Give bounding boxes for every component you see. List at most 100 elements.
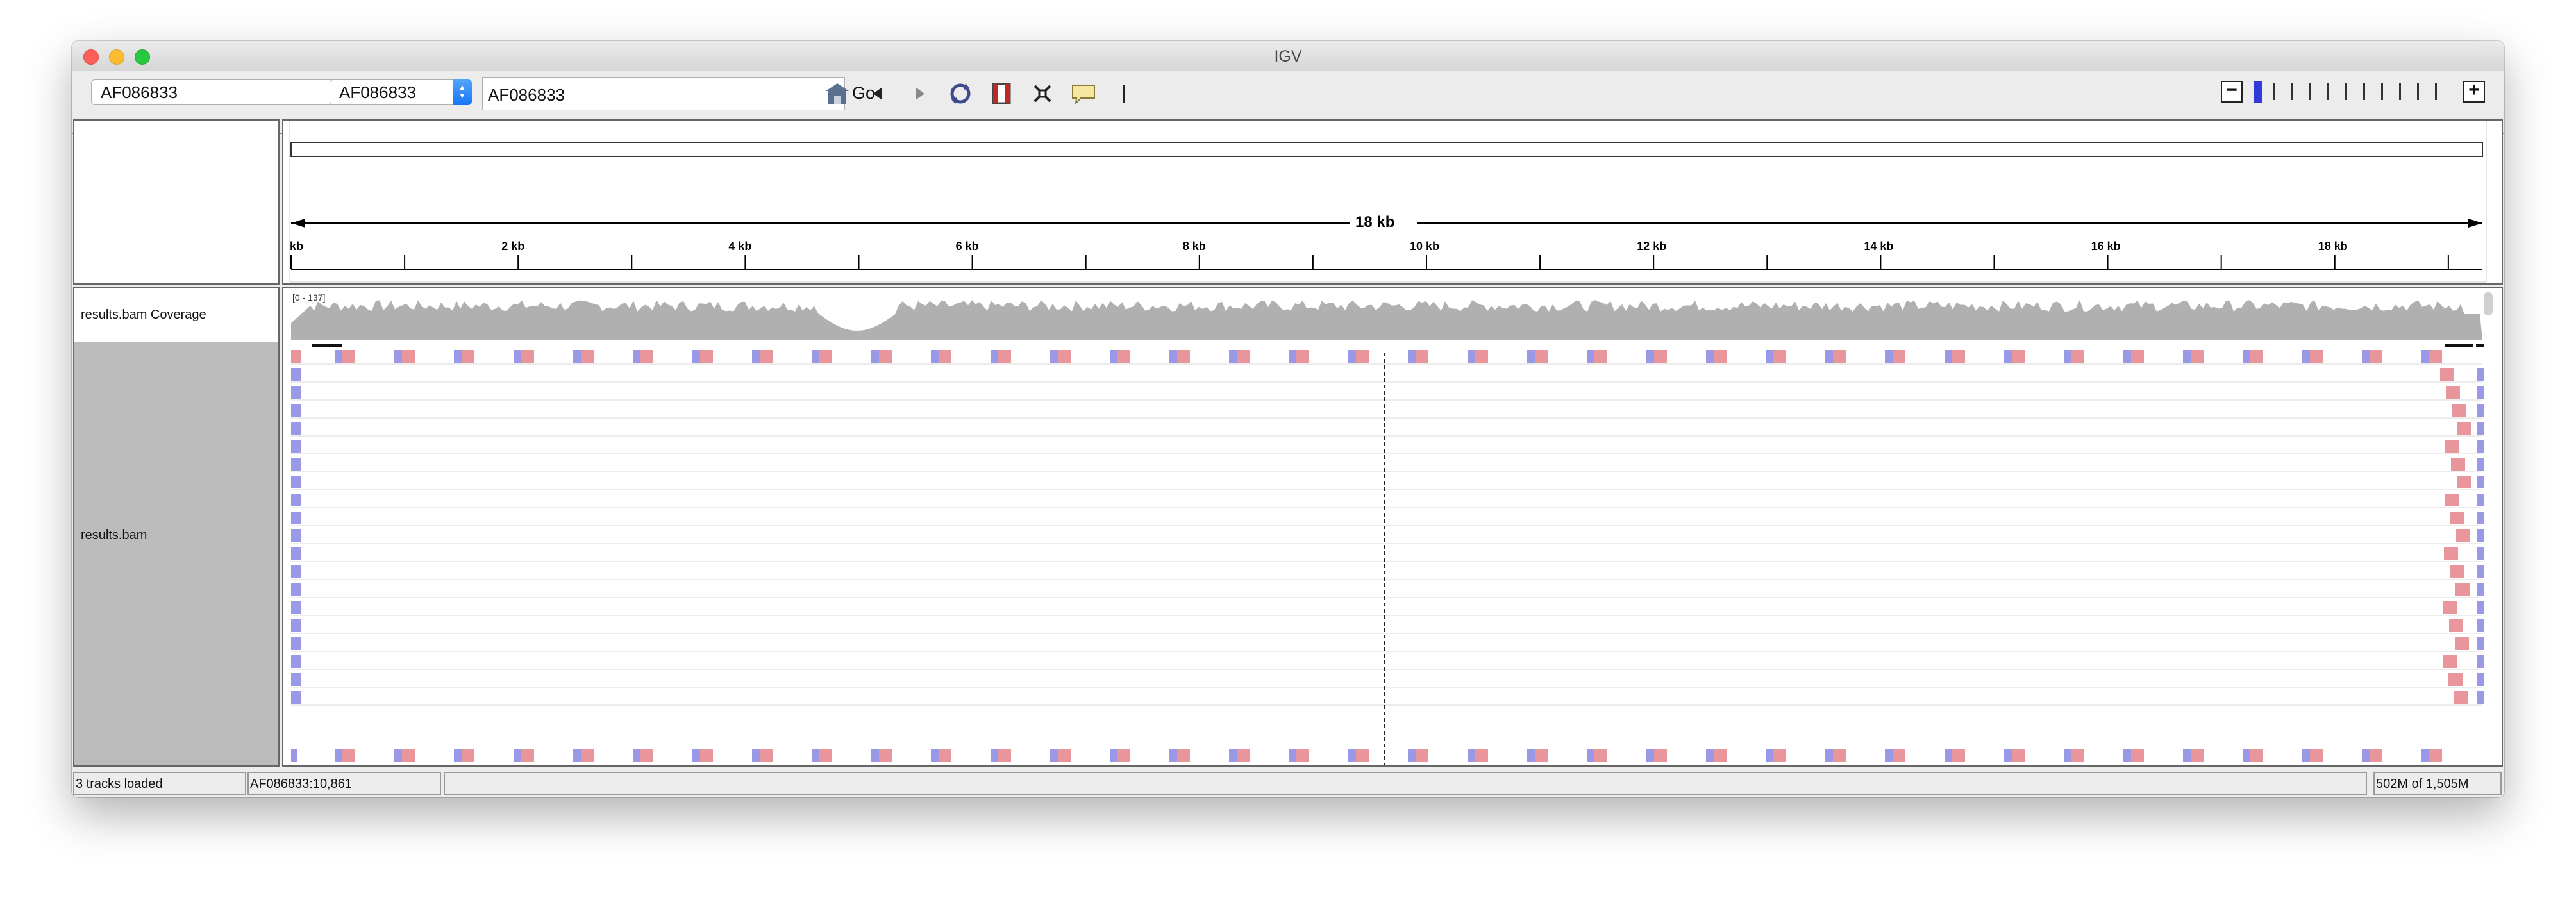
read-pair-forward <box>1117 749 1130 762</box>
read-pair-reverse <box>1229 350 1237 363</box>
read-pair-reverse <box>1825 749 1833 762</box>
read-pair-reverse <box>752 749 760 762</box>
zoom-in-button[interactable]: + <box>2463 81 2485 103</box>
read-pair-forward <box>998 749 1011 762</box>
zoom-tick[interactable] <box>2381 83 2383 100</box>
read-forward <box>2457 422 2471 435</box>
ruler-divider-icon[interactable] <box>1110 79 1139 108</box>
read-pair-reverse <box>1229 749 1237 762</box>
read-pair-reverse <box>394 749 402 762</box>
zoom-tick[interactable] <box>2435 83 2437 100</box>
read-forward <box>2451 458 2465 471</box>
read-pair-forward <box>2250 749 2263 762</box>
read-pair-forward <box>1296 749 1309 762</box>
ruler-tick-label: kb <box>290 240 304 253</box>
read-pair-reverse <box>1468 350 1475 363</box>
zoom-tick[interactable] <box>2291 83 2293 100</box>
read-pair-forward <box>1773 350 1786 363</box>
read-pair-forward <box>402 749 415 762</box>
alignment-track-name[interactable]: results.bam <box>81 528 147 543</box>
read-pair-reverse <box>2362 350 2370 363</box>
read-pair-reverse <box>633 350 640 363</box>
read-pair-reverse <box>2183 749 2191 762</box>
header-name-panel <box>73 119 280 285</box>
read-pair-reverse <box>1050 749 1058 762</box>
zoom-tick[interactable] <box>2309 83 2311 100</box>
coverage-track-name[interactable]: results.bam Coverage <box>81 308 206 322</box>
read-pair-reverse <box>1289 749 1296 762</box>
read-pair-forward <box>2131 749 2144 762</box>
zoom-tick[interactable] <box>2417 83 2419 100</box>
read-pair-reverse <box>991 749 998 762</box>
read-pair-forward <box>342 749 355 762</box>
read-pair-forward <box>1237 350 1250 363</box>
data-panel: [0 - 137] <box>282 287 2503 767</box>
read-forward <box>2455 637 2469 650</box>
read-pair-reverse <box>1587 350 1594 363</box>
coverage-range-label: [0 - 137] <box>292 292 326 303</box>
zoom-tick[interactable] <box>2273 83 2275 100</box>
popup-text-icon[interactable] <box>1069 79 1098 108</box>
read-reverse <box>2477 476 2484 488</box>
vertical-scrollbar[interactable] <box>2484 292 2493 315</box>
read-pair-reverse <box>573 350 581 363</box>
read-forward <box>2449 619 2463 632</box>
read-pair-reverse <box>1527 350 1535 363</box>
read-reverse <box>291 458 301 471</box>
locus-search-input[interactable]: AF086833 <box>482 77 845 110</box>
read-pair-reverse <box>335 350 342 363</box>
back-icon[interactable] <box>864 79 892 108</box>
read-pair-forward <box>640 749 653 762</box>
ruler-tick-label: 12 kb <box>1637 240 1667 253</box>
read-reverse <box>2477 494 2484 506</box>
chromosome-dropdown[interactable]: AF086833 ▲ ▼ <box>330 79 472 105</box>
home-icon[interactable] <box>823 79 851 108</box>
read-pair-reverse <box>871 350 879 363</box>
read-pair-reverse <box>2004 350 2012 363</box>
read-reverse <box>291 601 301 614</box>
zoom-tick[interactable] <box>2345 83 2347 100</box>
read-pair-forward <box>700 749 713 762</box>
zoom-tick[interactable] <box>2399 83 2401 100</box>
chromosome-ideogram[interactable] <box>290 142 2483 157</box>
read-reverse <box>2477 512 2484 524</box>
ruler-panel: 18 kb kb 2 kb 4 kb 6 kb 8 kb 10 kb 12 kb 14 kb 1… <box>282 119 2503 285</box>
read-pair-reverse <box>1706 749 1714 762</box>
read-pair-forward <box>1833 749 1846 762</box>
read-pair-forward <box>2012 350 2025 363</box>
read-pair-reverse <box>633 749 640 762</box>
read-forward <box>2454 691 2468 704</box>
read-forward <box>2440 368 2454 381</box>
forward-icon[interactable] <box>905 79 933 108</box>
zoom-out-button[interactable]: − <box>2221 81 2243 103</box>
read-pair-forward <box>2131 350 2144 363</box>
read-pair-reverse <box>1587 749 1594 762</box>
read-reverse <box>291 404 301 417</box>
zoom-tick[interactable] <box>2363 83 2365 100</box>
ruler-span-label: 18 kb <box>1355 213 1395 231</box>
read-reverse <box>2477 368 2484 381</box>
read-pair-forward <box>2310 350 2323 363</box>
roi-icon[interactable] <box>987 79 1016 108</box>
read-reverse <box>2477 601 2484 614</box>
refresh-icon[interactable] <box>946 79 974 108</box>
read-pair-reverse <box>2243 749 2250 762</box>
read-reverse <box>2477 637 2484 650</box>
read-reverse <box>291 749 297 762</box>
read-forward <box>2444 547 2458 560</box>
coverage-graph[interactable] <box>291 300 2482 340</box>
resize-icon[interactable] <box>1028 79 1057 108</box>
read-pair-reverse <box>514 350 521 363</box>
read-reverse <box>2477 529 2484 542</box>
read-pair-forward <box>819 749 832 762</box>
zoom-level-indicator[interactable] <box>2254 81 2262 103</box>
zoom-tick[interactable] <box>2327 83 2329 100</box>
read-pair-forward <box>640 350 653 363</box>
read-pair-forward <box>879 749 892 762</box>
read-pair-reverse <box>1646 749 1654 762</box>
alignment-reads <box>291 344 2484 762</box>
read-pair-forward <box>2071 350 2084 363</box>
read-reverse <box>2477 440 2484 453</box>
ruler-tick-label: 18 kb <box>2318 240 2348 253</box>
read-pair-forward <box>1833 350 1846 363</box>
